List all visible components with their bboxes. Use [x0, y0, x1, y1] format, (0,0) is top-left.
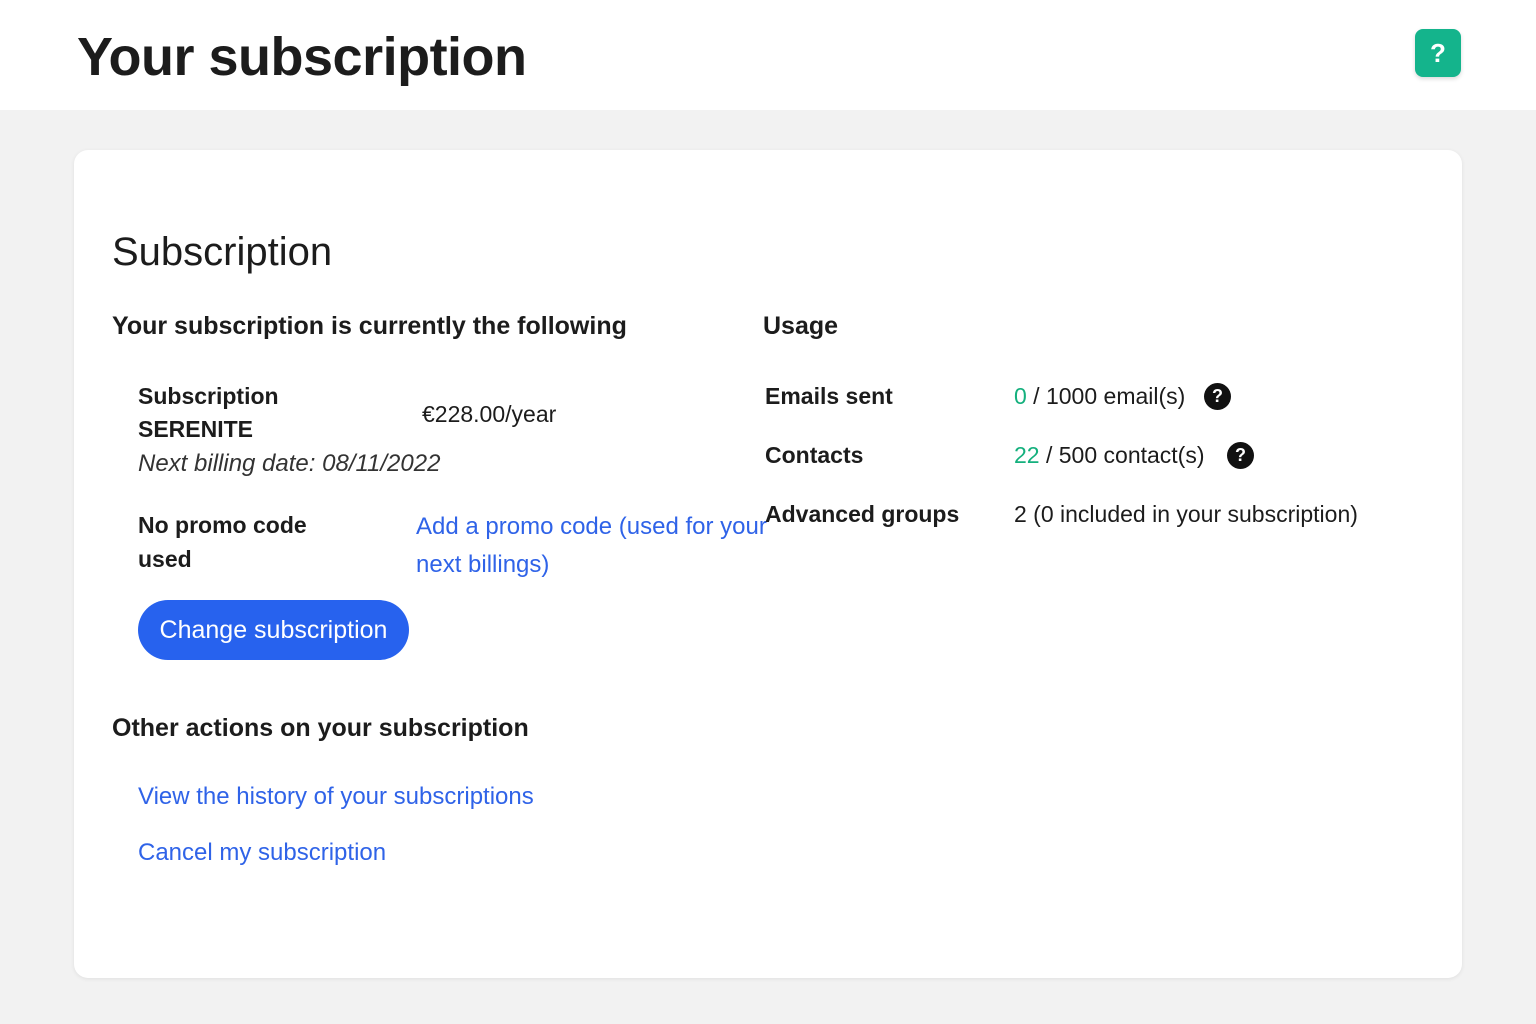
cancel-subscription-link[interactable]: Cancel my subscription [138, 834, 386, 872]
contacts-info-icon[interactable]: ? [1227, 442, 1254, 469]
contacts-used: 22 [1014, 442, 1040, 468]
plan-label-line1: Subscription [138, 383, 279, 409]
help-icon: ? [1430, 37, 1446, 68]
current-subscription-heading: Your subscription is currently the follo… [112, 312, 627, 340]
usage-value-advanced-groups: 2 (0 included in your subscription) [1014, 501, 1358, 527]
next-billing-date: Next billing date: 08/11/2022 [138, 450, 441, 477]
help-button[interactable]: ? [1415, 29, 1461, 77]
plan-price: €228.00/year [422, 401, 557, 427]
change-subscription-button[interactable]: Change subscription [138, 600, 409, 660]
page-title: Your subscription [77, 27, 527, 87]
add-promo-code-link[interactable]: Add a promo code (used for your next bil… [416, 508, 767, 584]
add-promo-code-link-line2: next billings) [416, 551, 550, 578]
promo-label-line1: No promo code [138, 512, 307, 538]
usage-label-contacts: Contacts [765, 442, 864, 468]
usage-value-emails: 0 / 1000 email(s) [1014, 380, 1185, 413]
usage-heading: Usage [763, 312, 839, 340]
section-title: Subscription [112, 230, 333, 274]
usage-label-emails: Emails sent [765, 383, 893, 409]
add-promo-code-link-line1: Add a promo code (used for your [416, 513, 767, 540]
usage-value-contacts: 22 / 500 contact(s) [1014, 439, 1205, 472]
contacts-limit: / 500 contact(s) [1039, 442, 1205, 468]
emails-info-icon[interactable]: ? [1204, 383, 1231, 410]
subscription-history-link[interactable]: View the history of your subscriptions [138, 778, 534, 816]
top-bar: Your subscription ? [0, 0, 1536, 110]
usage-label-advanced-groups: Advanced groups [765, 501, 960, 527]
emails-limit: / 1000 email(s) [1026, 383, 1186, 409]
plan-name: SERENITE [138, 416, 254, 442]
promo-label-line2: used [138, 546, 192, 572]
emails-used: 0 [1014, 383, 1027, 409]
other-actions-heading: Other actions on your subscription [112, 714, 529, 742]
subscription-card: Subscription Your subscription is curren… [74, 150, 1462, 978]
